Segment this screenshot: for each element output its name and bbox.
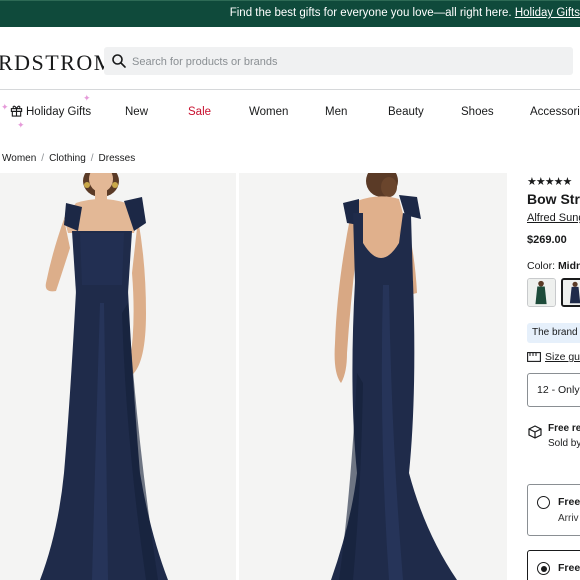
breadcrumb: Women / Clothing / Dresses [2, 153, 135, 164]
nav-item-beauty[interactable]: Beauty [388, 106, 424, 118]
shipping-radio-2-selected[interactable] [537, 562, 550, 575]
breadcrumb-dresses[interactable]: Dresses [99, 153, 136, 164]
color-swatch-midnight[interactable] [561, 278, 580, 307]
free-returns-title: Free re [548, 423, 580, 434]
shipping-option-subtitle: Arriv [558, 513, 579, 524]
breadcrumb-separator: / [90, 153, 94, 164]
promo-banner: Find the best gifts for everyone you lov… [0, 0, 580, 27]
nav-item-women[interactable]: Women [249, 106, 288, 118]
search-bar[interactable] [104, 47, 573, 75]
promo-holiday-gifts-link[interactable]: Holiday Gifts [515, 7, 580, 19]
size-select[interactable]: 12 - Only a [527, 373, 580, 407]
product-price: $269.00 [527, 234, 567, 246]
site-logo[interactable]: RDSTROM [0, 50, 115, 76]
product-title: Bow Stra [527, 191, 580, 207]
promo-message: Find the best gifts for everyone you lov… [229, 7, 515, 19]
swatch-green-image [528, 279, 555, 306]
dress-back-illustration [239, 173, 507, 580]
nav-item-shoes[interactable]: Shoes [461, 106, 494, 118]
sparkle-icon: ✦ [83, 93, 91, 103]
nav-item-holiday-gifts[interactable]: Holiday Gifts [26, 106, 91, 118]
gift-icon [10, 105, 23, 117]
breadcrumb-clothing[interactable]: Clothing [49, 153, 86, 164]
sold-by-text: Sold by [548, 438, 580, 449]
shipping-option-title: Free [558, 496, 580, 508]
color-value: Midni [557, 260, 580, 272]
product-details-panel: ★★★★★ Bow Stra Alfred Sung $269.00 Color… [527, 170, 580, 580]
size-guide-label: Size guid [545, 351, 580, 363]
shipping-option-2[interactable]: Free [527, 550, 580, 580]
breadcrumb-separator: / [41, 153, 45, 164]
main-nav: ✦ ✦ ✦ Holiday Gifts New Sale Women Men B… [0, 90, 580, 134]
shipping-option-title: Free [558, 562, 580, 574]
nav-item-accessories[interactable]: Accessories [530, 106, 580, 118]
swatch-midnight-image [563, 280, 580, 305]
search-icon [112, 54, 126, 68]
rating-stars[interactable]: ★★★★★ [527, 175, 572, 188]
promo-text: Find the best gifts for everyone you lov… [230, 7, 580, 19]
color-swatch-green[interactable] [527, 278, 556, 307]
nav-item-sale[interactable]: Sale [188, 106, 211, 118]
product-image-front[interactable] [0, 173, 236, 580]
brand-link[interactable]: Alfred Sung [527, 212, 580, 224]
ruler-icon [527, 352, 541, 363]
package-return-icon [528, 425, 542, 439]
nav-item-new[interactable]: New [125, 106, 148, 118]
color-label-text: Color: [527, 260, 558, 272]
size-guide-link[interactable]: Size guid [527, 351, 580, 363]
color-label: Color: Midni [527, 260, 580, 272]
breadcrumb-women[interactable]: Women [2, 153, 36, 164]
brand-info-badge: The brand s [527, 323, 580, 343]
search-input[interactable] [130, 51, 564, 73]
nav-item-men[interactable]: Men [325, 106, 347, 118]
dress-front-illustration [0, 173, 236, 580]
product-image-back[interactable] [239, 173, 507, 580]
shipping-option-1[interactable]: Free Arriv [527, 484, 580, 536]
sparkle-icon: ✦ [1, 102, 9, 112]
shipping-radio-1[interactable] [537, 496, 550, 509]
sparkle-icon: ✦ [17, 120, 25, 130]
